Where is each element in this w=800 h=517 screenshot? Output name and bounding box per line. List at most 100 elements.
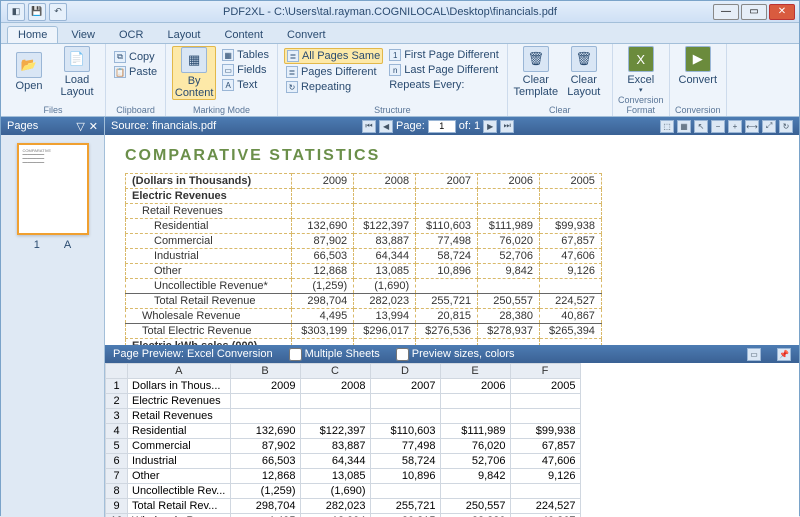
next-page-button[interactable]: ▶ <box>483 120 497 133</box>
tool-icon[interactable]: ▦ <box>677 120 691 133</box>
excel-format-button[interactable]: XExcel▾ <box>619 46 663 94</box>
quick-access-toolbar: ◧ 💾 ↶ <box>7 3 67 21</box>
dropdown-arrow-icon: ▾ <box>639 86 643 94</box>
pages-header: Pages ▽✕ <box>1 117 104 135</box>
preview-title: Page Preview: Excel Conversion <box>113 348 273 360</box>
window-title: PDF2XL - C:\Users\tal.rayman.COGNILOCAL\… <box>67 6 713 18</box>
refresh-icon[interactable]: ↻ <box>779 120 793 133</box>
pagesdiff-icon: ≣ <box>286 66 298 78</box>
excel-table: ABCDEF1Dollars in Thous...20092008200720… <box>105 363 581 517</box>
tab-content[interactable]: Content <box>213 26 274 43</box>
excel-preview[interactable]: ABCDEF1Dollars in Thous...20092008200720… <box>105 363 799 517</box>
first-page-diff-button[interactable]: 1First Page Different <box>387 48 501 62</box>
group-title-conv: Conversion <box>670 105 726 115</box>
tab-view[interactable]: View <box>60 26 106 43</box>
close-button[interactable]: ✕ <box>769 4 795 20</box>
group-conversion-format: XExcel▾ Conversion Format <box>613 44 670 116</box>
group-clear: 🗑Clear Template 🗑Clear Layout Clear <box>508 44 613 116</box>
preview-header: Page Preview: Excel Conversion Multiple … <box>105 345 799 363</box>
group-title-structure: Structure <box>278 105 507 115</box>
clear-layout-button[interactable]: 🗑Clear Layout <box>562 46 606 98</box>
copy-button[interactable]: ⧉Copy <box>112 50 159 64</box>
prev-page-button[interactable]: ◀ <box>379 120 393 133</box>
document-view[interactable]: COMPARATIVE STATISTICS (Dollars in Thous… <box>105 135 799 345</box>
zoom-in-icon[interactable]: + <box>728 120 742 133</box>
main-area: Source: financials.pdf ⏮ ◀ Page: of: 1 ▶… <box>105 117 799 517</box>
thumbnail-label: 1A <box>34 239 71 251</box>
open-button[interactable]: 📂Open <box>7 46 51 98</box>
app-menu-icon[interactable]: ◧ <box>7 3 25 21</box>
multiple-sheets-checkbox[interactable]: Multiple Sheets <box>289 348 380 361</box>
all-pages-same-button[interactable]: ≣All Pages Same <box>284 48 383 64</box>
tab-convert[interactable]: Convert <box>276 26 337 43</box>
fit-width-icon[interactable]: ⟷ <box>745 120 759 133</box>
group-conversion: ▶Convert Conversion <box>670 44 727 116</box>
filter-icon[interactable]: ▽ <box>76 120 84 133</box>
tool-icon[interactable]: ⬚ <box>660 120 674 133</box>
first-page-button[interactable]: ⏮ <box>362 120 376 133</box>
group-title-clear: Clear <box>508 105 612 115</box>
qat-save-icon[interactable]: 💾 <box>28 3 46 21</box>
workspace: Pages ▽✕ COMPARATIVE━━━━━━━━━━━━━━━━━━━━… <box>1 117 799 517</box>
group-structure: ≣All Pages Same ≣Pages Different ↻Repeat… <box>278 44 508 116</box>
doc-title: COMPARATIVE STATISTICS <box>125 147 779 165</box>
ribbon: 📂Open 📄Load Layout Files ⧉Copy 📋Paste Cl… <box>1 43 799 117</box>
group-title-convfmt: Conversion Format <box>613 95 669 115</box>
clear-template-icon: 🗑 <box>523 46 549 72</box>
load-layout-button[interactable]: 📄Load Layout <box>55 46 99 98</box>
convert-icon: ▶ <box>685 46 711 72</box>
minimize-button[interactable]: — <box>713 4 739 20</box>
group-files: 📂Open 📄Load Layout Files <box>1 44 106 116</box>
open-icon: 📂 <box>16 52 42 78</box>
group-title-clipboard: Clipboard <box>106 105 165 115</box>
repeat-icon: ↻ <box>286 81 298 93</box>
page-input[interactable] <box>428 120 456 133</box>
paste-button[interactable]: 📋Paste <box>112 65 159 79</box>
last-page-button[interactable]: ⏭ <box>500 120 514 133</box>
doc-tools: ⬚ ▦ ↖ − + ⟷ ⤢ ↻ <box>660 120 793 133</box>
fields-button[interactable]: ▭Fields <box>220 63 271 77</box>
zoom-out-icon[interactable]: − <box>711 120 725 133</box>
pages-different-button[interactable]: ≣Pages Different <box>284 65 383 79</box>
preview-tool-icon[interactable]: ▭ <box>747 348 761 361</box>
page-thumbnail[interactable]: COMPARATIVE━━━━━━━━━━━━━━━━━━━━━━━━━━━ <box>17 143 89 235</box>
last-page-diff-button[interactable]: nLast Page Different <box>387 63 501 77</box>
clear-template-button[interactable]: 🗑Clear Template <box>514 46 558 98</box>
layout-icon: 📄 <box>64 46 90 72</box>
group-title-marking: Marking Mode <box>166 105 277 115</box>
qat-undo-icon[interactable]: ↶ <box>49 3 67 21</box>
preview-pin-icon[interactable]: 📌 <box>777 348 791 361</box>
text-button[interactable]: AText <box>220 78 271 92</box>
tab-layout[interactable]: Layout <box>156 26 211 43</box>
text-icon: A <box>222 79 234 91</box>
thumbnails: COMPARATIVE━━━━━━━━━━━━━━━━━━━━━━━━━━━ 1… <box>1 135 104 517</box>
convert-button[interactable]: ▶Convert <box>676 46 720 86</box>
ribbon-tabs: Home View OCR Layout Content Convert <box>1 23 799 43</box>
clear-layout-icon: 🗑 <box>571 46 597 72</box>
repeating-button[interactable]: ↻Repeating <box>284 80 383 94</box>
excel-icon: X <box>628 46 654 72</box>
titlebar: ◧ 💾 ↶ PDF2XL - C:\Users\tal.rayman.COGNI… <box>1 1 799 23</box>
fit-page-icon[interactable]: ⤢ <box>762 120 776 133</box>
tab-home[interactable]: Home <box>7 26 58 43</box>
page-nav: ⏮ ◀ Page: of: 1 ▶ ⏭ <box>362 120 514 133</box>
field-icon: ▭ <box>222 64 234 76</box>
tables-button[interactable]: ▦Tables <box>220 48 271 62</box>
paste-icon: 📋 <box>114 66 126 78</box>
tab-ocr[interactable]: OCR <box>108 26 154 43</box>
pages-pane: Pages ▽✕ COMPARATIVE━━━━━━━━━━━━━━━━━━━━… <box>1 117 105 517</box>
pin-icon[interactable]: ✕ <box>89 120 98 133</box>
copy-icon: ⧉ <box>114 51 126 63</box>
window-buttons: — ▭ ✕ <box>713 4 795 20</box>
pointer-icon[interactable]: ↖ <box>694 120 708 133</box>
document-bar: Source: financials.pdf ⏮ ◀ Page: of: 1 ▶… <box>105 117 799 135</box>
preview-sizes-checkbox[interactable]: Preview sizes, colors <box>396 348 515 361</box>
doc-table: (Dollars in Thousands)200920082007200620… <box>125 173 602 345</box>
table-icon: ▦ <box>222 49 234 61</box>
maximize-button[interactable]: ▭ <box>741 4 767 20</box>
group-title-files: Files <box>1 105 105 115</box>
bycontent-icon: ▦ <box>181 47 207 73</box>
by-content-button[interactable]: ▦By Content <box>172 46 216 100</box>
source-label: Source: financials.pdf <box>111 120 216 132</box>
lastpage-icon: n <box>389 64 401 76</box>
